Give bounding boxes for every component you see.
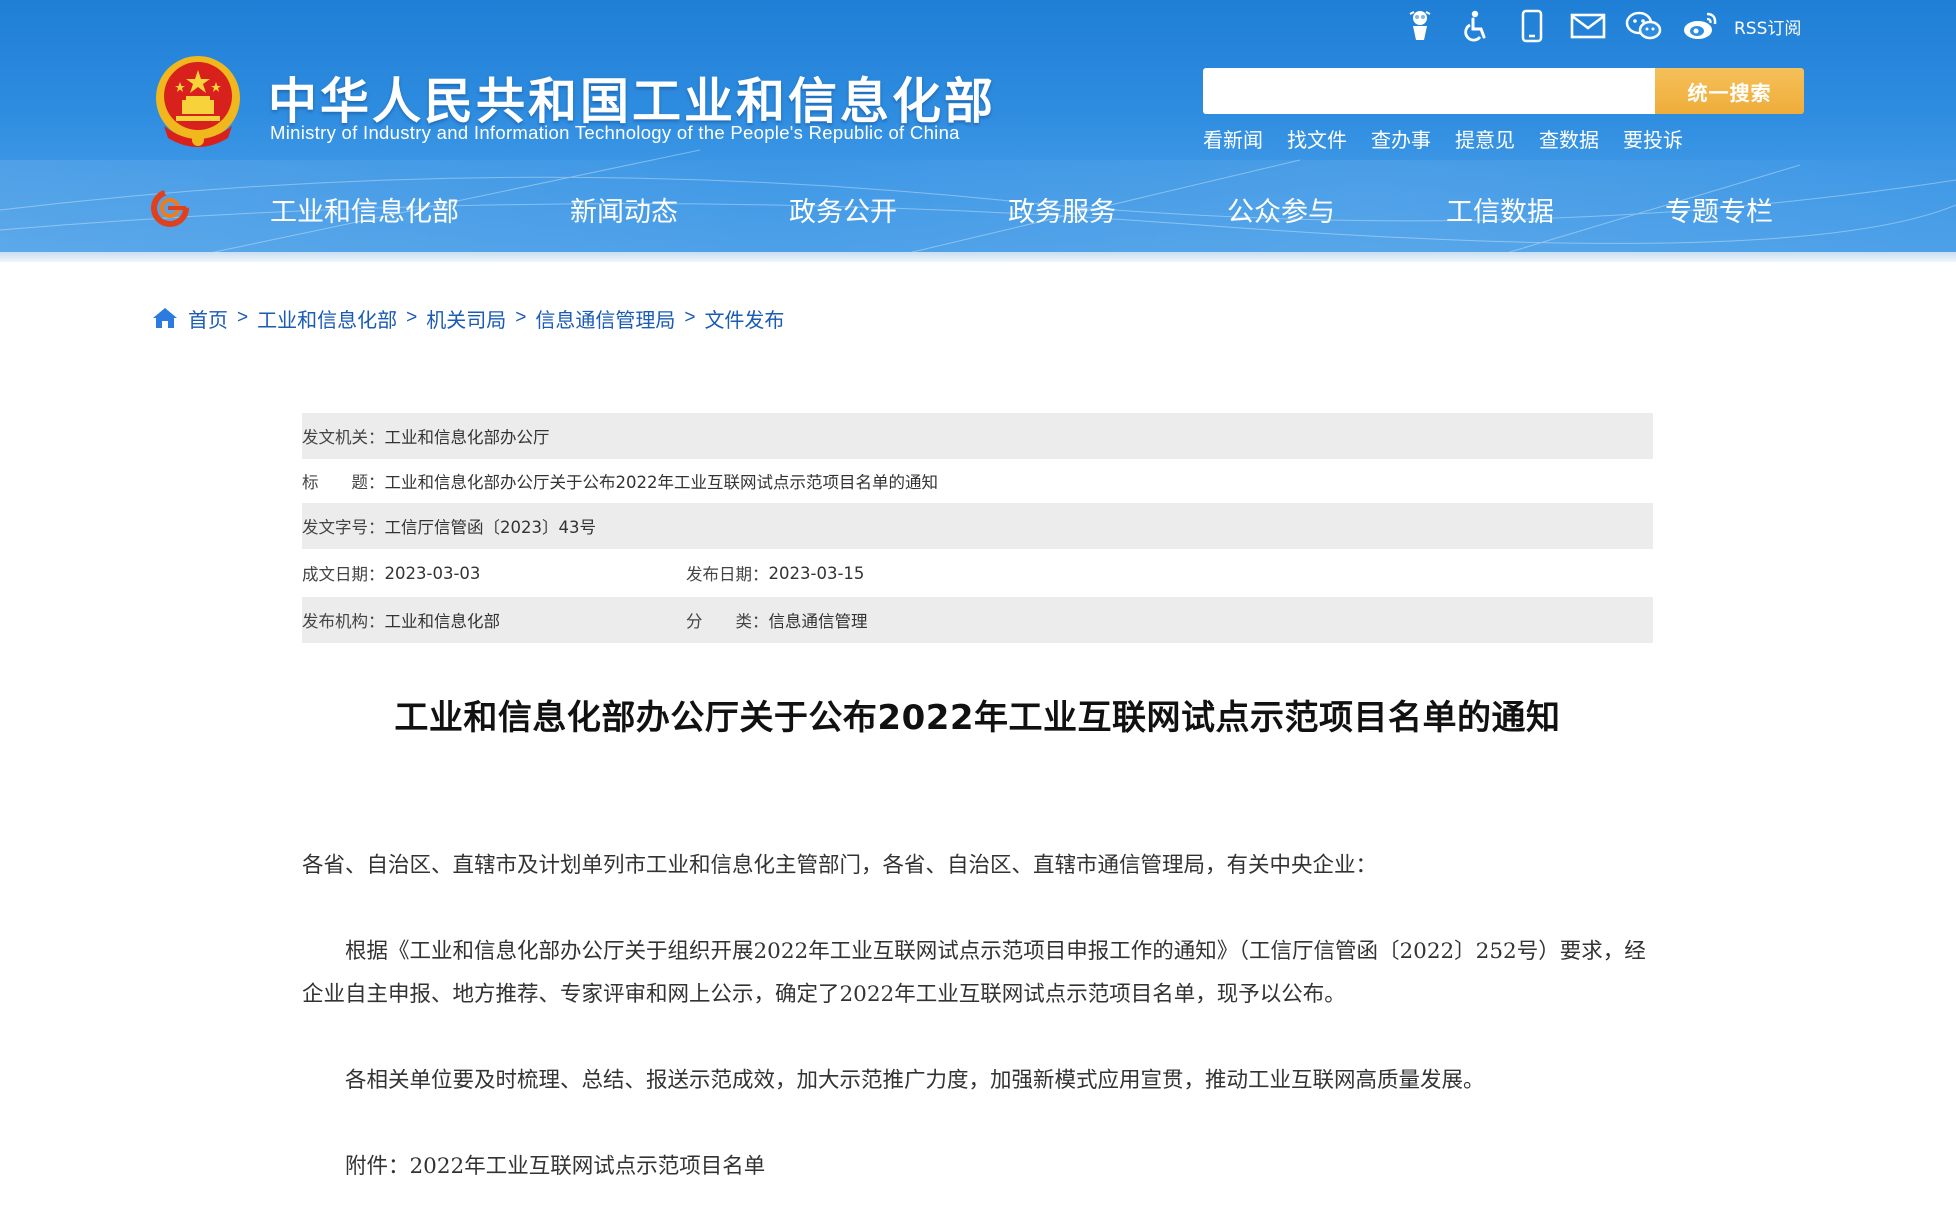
- nav-item-news[interactable]: 新闻动态: [570, 190, 678, 229]
- meta-label: 发文字号：: [302, 518, 385, 537]
- search-button[interactable]: 统一搜索: [1655, 68, 1804, 114]
- nav-item-government-services[interactable]: 政务服务: [1008, 190, 1116, 229]
- breadcrumb-ministry[interactable]: 工业和信息化部: [257, 304, 397, 333]
- meta-title: 工业和信息化部办公厅关于公布2022年工业互联网试点示范项目名单的通知: [384, 473, 939, 492]
- site-subtitle: Ministry of Industry and Information Tec…: [270, 122, 960, 143]
- robot-icon[interactable]: [1392, 4, 1448, 48]
- meta-label: 标 题：: [302, 473, 385, 492]
- weibo-icon[interactable]: [1672, 4, 1728, 48]
- breadcrumb-separator: >: [515, 307, 527, 328]
- breadcrumb-bureau[interactable]: 信息通信管理局: [535, 304, 675, 333]
- quick-link-services[interactable]: 查办事: [1371, 124, 1431, 153]
- accessibility-icon[interactable]: [1448, 4, 1504, 48]
- breadcrumb: 首页 > 工业和信息化部 > 机关司局 > 信息通信管理局 > 文件发布: [152, 302, 784, 334]
- meta-label: 发文机关：: [302, 428, 385, 447]
- rss-link[interactable]: RSS订阅: [1734, 14, 1801, 39]
- breadcrumb-documents[interactable]: 文件发布: [704, 304, 784, 333]
- header-divider: [0, 252, 1956, 262]
- meta-issuer: 工业和信息化部办公厅: [384, 428, 550, 447]
- article-paragraph: 根据《工业和信息化部办公厅关于组织开展2022年工业互联网试点示范项目申报工作的…: [302, 939, 1646, 1007]
- article-paragraph: 各相关单位要及时梳理、总结、报送示范成效，加大示范推广力度，加强新模式应用宣贯，…: [345, 1068, 1485, 1093]
- site-header: 中华人民共和国工业和信息化部 Ministry of Industry and …: [0, 0, 1956, 255]
- mail-icon[interactable]: [1560, 4, 1616, 48]
- meta-publisher: 工业和信息化部: [384, 612, 501, 631]
- quick-links: 看新闻 找文件 查办事 提意见 查数据 要投诉: [1203, 124, 1683, 153]
- nav-item-ministry[interactable]: 工业和信息化部: [270, 190, 459, 229]
- meta-label: 分 类：: [686, 612, 769, 631]
- breadcrumb-separator: >: [237, 307, 249, 328]
- quick-link-data[interactable]: 查数据: [1539, 124, 1599, 153]
- meta-label: 发布日期：: [686, 565, 769, 584]
- nav-item-special-topics[interactable]: 专题专栏: [1665, 190, 1773, 229]
- meta-row-title: 标 题： 工业和信息化部办公厅关于公布2022年工业互联网试点示范项目名单的通知: [302, 459, 1653, 503]
- meta-label: 发布机构：: [302, 612, 385, 631]
- quick-link-documents[interactable]: 找文件: [1287, 124, 1347, 153]
- wechat-icon[interactable]: [1616, 4, 1672, 48]
- article-title: 工业和信息化部办公厅关于公布2022年工业互联网试点示范项目名单的通知: [394, 698, 1561, 738]
- meta-row-dates: 成文日期： 2023-03-03 发布日期： 2023-03-15: [302, 549, 1653, 597]
- mobile-icon[interactable]: [1504, 4, 1560, 48]
- quick-link-news[interactable]: 看新闻: [1203, 124, 1263, 153]
- document-meta-table: 发文机关： 工业和信息化部办公厅 标 题： 工业和信息化部办公厅关于公布2022…: [302, 413, 1653, 643]
- ministry-logo-icon[interactable]: [148, 186, 192, 230]
- quick-link-complaint[interactable]: 要投诉: [1623, 124, 1683, 153]
- meta-written-date: 2023-03-03: [384, 563, 481, 583]
- nav-item-data[interactable]: 工信数据: [1446, 190, 1554, 229]
- home-icon[interactable]: [152, 306, 178, 330]
- meta-row-issuer: 发文机关： 工业和信息化部办公厅: [302, 413, 1653, 459]
- article-salutation: 各省、自治区、直辖市及计划单列市工业和信息化主管部门，各省、自治区、直辖市通信管…: [302, 853, 1378, 878]
- nav-item-public-participation[interactable]: 公众参与: [1227, 190, 1335, 229]
- meta-row-publisher: 发布机构： 工业和信息化部 分 类： 信息通信管理: [302, 597, 1653, 643]
- breadcrumb-separator: >: [684, 307, 696, 328]
- article-body: 各省、自治区、直辖市及计划单列市工业和信息化主管部门，各省、自治区、直辖市通信管…: [302, 844, 1653, 1230]
- breadcrumb-departments[interactable]: 机关司局: [426, 304, 506, 333]
- meta-doc-number: 工信厅信管函〔2023〕43号: [384, 518, 597, 537]
- meta-category: 信息通信管理: [768, 612, 868, 631]
- search-input[interactable]: [1203, 68, 1655, 114]
- meta-publish-date: 2023-03-15: [768, 563, 865, 583]
- top-toolbar: RSS订阅: [1392, 4, 1801, 48]
- article-attachment[interactable]: 附件：2022年工业互联网试点示范项目名单: [302, 1145, 1653, 1188]
- breadcrumb-separator: >: [406, 307, 418, 328]
- quick-link-feedback[interactable]: 提意见: [1455, 124, 1515, 153]
- nav-item-government-affairs[interactable]: 政务公开: [789, 190, 897, 229]
- meta-row-doc-number: 发文字号： 工信厅信管函〔2023〕43号: [302, 503, 1653, 549]
- national-emblem-icon: [156, 56, 240, 147]
- breadcrumb-home[interactable]: 首页: [188, 304, 228, 333]
- meta-label: 成文日期：: [302, 565, 385, 584]
